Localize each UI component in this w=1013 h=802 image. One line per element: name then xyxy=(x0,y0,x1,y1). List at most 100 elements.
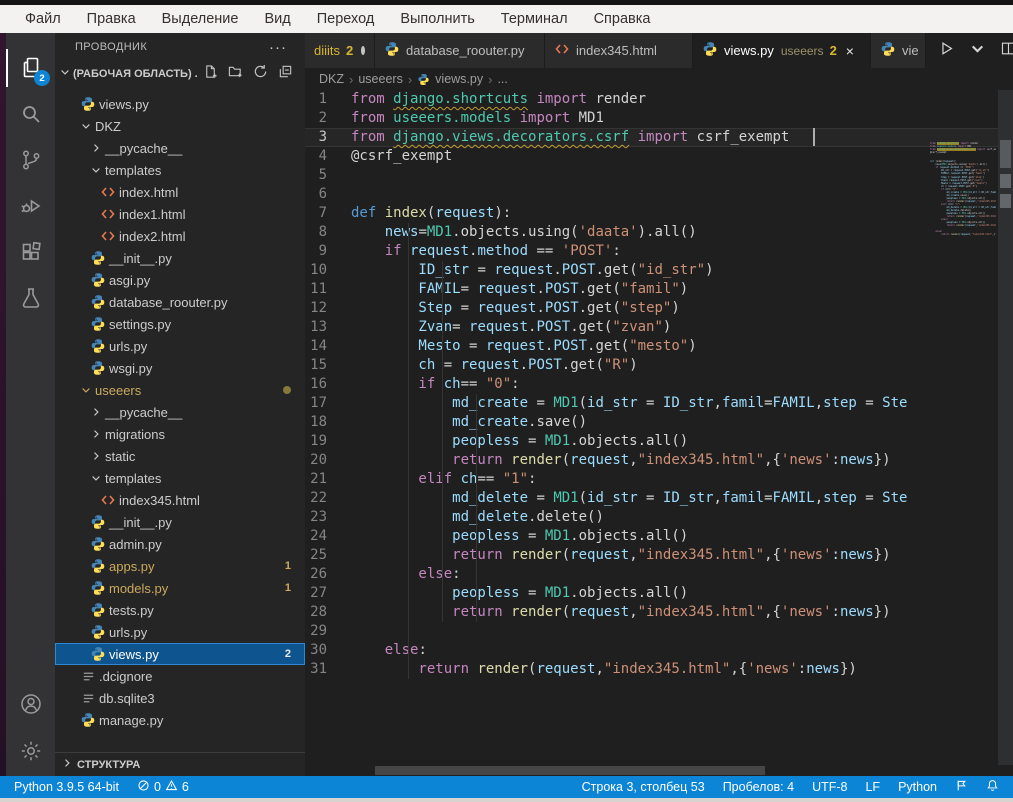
breadcrumb-item-useeers[interactable]: useeers xyxy=(358,72,402,86)
code-line-1: 1from django.shortcuts import render xyxy=(305,90,1013,109)
menu-item-Переход[interactable]: Переход xyxy=(304,11,388,27)
tree-item-__init__.py[interactable]: __init__.py xyxy=(55,511,305,533)
new-file-icon[interactable] xyxy=(203,64,218,84)
menu-item-Файл[interactable]: Файл xyxy=(12,11,74,27)
tree-item-manage.py[interactable]: manage.py xyxy=(55,709,305,731)
tab-problems-badge: 2 xyxy=(830,43,837,58)
account-icon[interactable] xyxy=(6,681,55,727)
line-number: 18 xyxy=(305,413,351,432)
tree-item-useeers[interactable]: useeers xyxy=(55,379,305,401)
outline-section-header[interactable]: СТРУКТУРА xyxy=(55,752,305,776)
tree-item-label: __pycache__ xyxy=(105,405,182,420)
extensions-icon[interactable] xyxy=(6,229,55,275)
tree-item-index2.html[interactable]: index2.html xyxy=(55,225,305,247)
tab-database_roouter.py[interactable]: database_roouter.py xyxy=(375,33,545,68)
tree-item-models.py[interactable]: models.py1 xyxy=(55,577,305,599)
tree-item-asgi.py[interactable]: asgi.py xyxy=(55,269,305,291)
scrollbar-thumb[interactable] xyxy=(1000,140,1011,168)
tree-item-static[interactable]: static xyxy=(55,445,305,467)
status-notifications[interactable] xyxy=(986,779,999,795)
tree-item-__pycache__[interactable]: __pycache__ xyxy=(55,401,305,423)
tree-item-index.html[interactable]: index.html xyxy=(55,181,305,203)
line-number: 17 xyxy=(305,394,351,413)
breadcrumb-item-DKZ[interactable]: DKZ xyxy=(319,72,344,86)
horizontal-scrollbar[interactable] xyxy=(305,765,998,776)
collapse-all-icon[interactable] xyxy=(278,64,293,84)
tree-item-database_roouter.py[interactable]: database_roouter.py xyxy=(55,291,305,313)
tree-item-views.py[interactable]: views.py xyxy=(55,93,305,115)
html-icon xyxy=(99,492,117,508)
split-editor-icon[interactable] xyxy=(1000,40,1013,62)
tree-item-__init__.py[interactable]: __init__.py xyxy=(55,247,305,269)
editor-actions: ⋯ xyxy=(926,33,1013,68)
breadcrumb-item-views.py[interactable]: views.py xyxy=(435,72,483,86)
scrollbar-thumb[interactable] xyxy=(375,766,765,775)
workspace-section-header[interactable]: (РАБОЧАЯ ОБЛАСТЬ) ... xyxy=(55,61,305,87)
tree-item-label: templates xyxy=(105,163,161,178)
tree-item-templates[interactable]: templates xyxy=(55,467,305,489)
tree-item-views.py[interactable]: views.py2 xyxy=(55,643,305,665)
tab-description: useeers xyxy=(781,44,824,58)
tree-item-urls.py[interactable]: urls.py xyxy=(55,621,305,643)
tree-item-migrations[interactable]: migrations xyxy=(55,423,305,445)
tree-item-urls.py[interactable]: urls.py xyxy=(55,335,305,357)
settings-gear-icon[interactable] xyxy=(6,728,55,774)
breadcrumb-item-...[interactable]: ... xyxy=(497,72,507,86)
tree-item-index345.html[interactable]: index345.html xyxy=(55,489,305,511)
code-line-28: 28 return render(request,"index345.html"… xyxy=(305,603,1013,622)
search-icon[interactable] xyxy=(6,91,55,137)
chevron-down-icon[interactable] xyxy=(969,40,986,62)
code-text: else: xyxy=(351,565,461,584)
menu-item-Выполнить[interactable]: Выполнить xyxy=(387,11,487,27)
code-text: Step = request.POST.get("step") xyxy=(351,299,680,318)
sidebar-title: ПРОВОДНИК xyxy=(75,41,147,53)
refresh-icon[interactable] xyxy=(253,64,268,84)
minimap[interactable]: from django.shortcuts import renderfrom … xyxy=(930,142,996,246)
tree-item-DKZ[interactable]: DKZ xyxy=(55,115,305,137)
tree-item-templates[interactable]: templates xyxy=(55,159,305,181)
tree-item-wsgi.py[interactable]: wsgi.py xyxy=(55,357,305,379)
source-control-icon[interactable] xyxy=(6,137,55,183)
status-cursor-position[interactable]: Строка 3, столбец 53 xyxy=(582,780,705,794)
run-debug-icon[interactable] xyxy=(6,183,55,229)
status-feedback[interactable] xyxy=(955,779,968,795)
tree-item-apps.py[interactable]: apps.py1 xyxy=(55,555,305,577)
tree-item-tests.py[interactable]: tests.py xyxy=(55,599,305,621)
tab-diiits[interactable]: diiits2 xyxy=(305,33,375,68)
vertical-scrollbar[interactable] xyxy=(998,90,1013,765)
python-icon xyxy=(89,250,107,266)
tab-views.py[interactable]: views.pyuseeers2× xyxy=(693,33,871,68)
tree-item-.dcignore[interactable]: .dcignore xyxy=(55,665,305,687)
tree-item-db.sqlite3[interactable]: db.sqlite3 xyxy=(55,687,305,709)
tab-index345.html[interactable]: index345.html xyxy=(545,33,693,68)
testing-icon[interactable] xyxy=(6,275,55,321)
run-button-icon[interactable] xyxy=(938,40,955,62)
menu-item-Вид[interactable]: Вид xyxy=(251,11,303,27)
tree-item-__pycache__[interactable]: __pycache__ xyxy=(55,137,305,159)
explorer-icon[interactable]: 2 xyxy=(6,45,55,91)
menu-item-Выделение[interactable]: Выделение xyxy=(149,11,252,27)
status-language-mode[interactable]: Python xyxy=(898,780,937,794)
status-python-interpreter[interactable]: Python 3.9.5 64-bit xyxy=(14,780,119,794)
code-text: news=MD1.objects.using('daata').all() xyxy=(351,223,697,242)
status-problems[interactable]: 06 xyxy=(137,779,189,795)
menu-item-Справка[interactable]: Справка xyxy=(581,11,664,27)
python-icon xyxy=(89,294,107,310)
new-folder-icon[interactable] xyxy=(228,64,243,84)
code-editor[interactable]: 1from django.shortcuts import render2fro… xyxy=(305,90,1013,776)
python-icon xyxy=(89,536,107,552)
tab-close-icon[interactable]: × xyxy=(846,43,854,59)
tree-item-admin.py[interactable]: admin.py xyxy=(55,533,305,555)
status-indentation[interactable]: Пробелов: 4 xyxy=(723,780,794,794)
menu-item-Правка[interactable]: Правка xyxy=(74,11,149,27)
tab-vie[interactable]: vie xyxy=(871,33,926,68)
menu-item-Терминал[interactable]: Терминал xyxy=(488,11,581,27)
code-line-31: 31 return render(request,"index345.html"… xyxy=(305,660,1013,679)
tree-item-settings.py[interactable]: settings.py xyxy=(55,313,305,335)
status-eol[interactable]: LF xyxy=(865,780,880,794)
tree-item-index1.html[interactable]: index1.html xyxy=(55,203,305,225)
breadcrumb[interactable]: DKZ›useeers›views.py›... xyxy=(305,68,1013,90)
sidebar-more-actions-icon[interactable]: ··· xyxy=(269,39,287,56)
status-encoding[interactable]: UTF-8 xyxy=(812,780,847,794)
tree-item-label: index345.html xyxy=(119,493,200,508)
